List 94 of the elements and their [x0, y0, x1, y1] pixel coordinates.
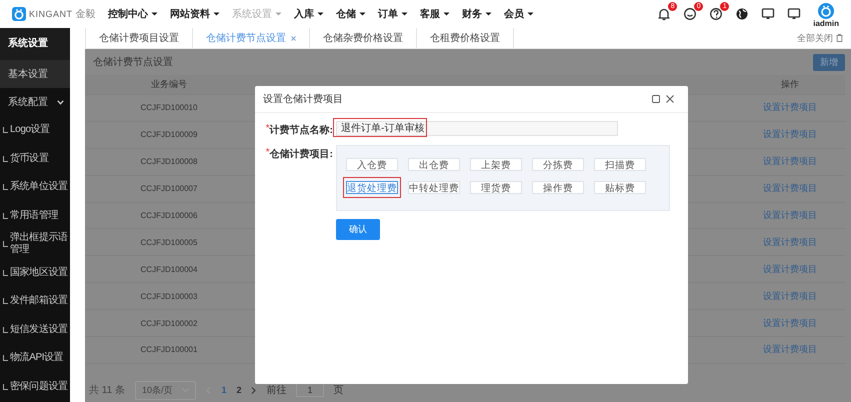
tag-option[interactable]: 入仓费	[346, 158, 398, 171]
logo-icon	[12, 7, 26, 21]
caret-icon	[317, 12, 324, 16]
tab[interactable]: 仓租费价格设置	[417, 28, 514, 48]
caret-icon	[527, 12, 534, 16]
sidebar-item[interactable]: 密保问题设置	[0, 372, 70, 401]
menu-item[interactable]: 财务	[462, 7, 492, 21]
branch-icon	[3, 184, 8, 190]
branch-icon	[3, 355, 8, 362]
sidebar-item[interactable]: 常用语管理	[0, 202, 70, 230]
logo-subtext: 金毅	[76, 8, 96, 21]
sidebar-item[interactable]: 国家地区设置	[0, 258, 70, 287]
confirm-button[interactable]: 确认	[336, 219, 380, 240]
page-suffix: 页	[334, 384, 344, 397]
tag-option[interactable]: 贴标费	[594, 181, 646, 194]
tag-option[interactable]: 出仓费	[408, 158, 460, 171]
sidebar-title: 系统设置	[0, 28, 70, 60]
tag-option[interactable]: 中转处理费	[408, 181, 460, 194]
maximize-icon[interactable]	[652, 95, 660, 103]
dialog-title: 设置仓储计费项目	[263, 92, 343, 106]
column-header: 业务编号	[150, 78, 188, 91]
tab[interactable]: 仓储计费项目设置	[85, 28, 193, 48]
sidebar-item[interactable]: 基本设置	[0, 60, 70, 88]
chevron-down-icon[interactable]	[57, 100, 64, 104]
table-cell-text: CCJFJD100006	[140, 211, 198, 220]
sidebar-item[interactable]: Logo设置	[0, 116, 70, 144]
caret-icon	[359, 12, 366, 16]
goto-label: 前往	[266, 384, 286, 397]
monitor-icon[interactable]	[761, 7, 776, 21]
monitor-icon[interactable]	[787, 7, 802, 21]
branch-icon	[3, 270, 8, 276]
table-cell-text: CCJFJD100001	[140, 345, 198, 354]
branch-icon	[3, 326, 8, 333]
page-button[interactable]: 2	[236, 385, 242, 395]
branch-icon	[3, 156, 8, 162]
text-input[interactable]: 退件订单-订单审核	[336, 121, 618, 136]
menu-item[interactable]: 客服	[420, 7, 450, 21]
table-cell-text: CCJFJD100005	[140, 238, 198, 247]
caret-icon	[443, 12, 450, 16]
close-icon[interactable]	[666, 95, 674, 103]
table-cell-text: CCJFJD100009	[140, 130, 198, 140]
menu-item[interactable]: 会员	[504, 7, 534, 21]
caret-icon	[275, 12, 282, 16]
menu-item[interactable]: 网站资料	[170, 7, 220, 21]
avatar-icon[interactable]	[818, 2, 834, 18]
branch-icon	[3, 298, 8, 304]
menu-item[interactable]: 控制中心	[108, 7, 158, 21]
sidebar-item[interactable]: 系统单位设置	[0, 173, 70, 202]
tag-option[interactable]: 扫描费	[594, 158, 646, 171]
tag-option[interactable]: 上架费	[470, 158, 522, 171]
table-cell-text: CCJFJD100007	[140, 184, 198, 194]
close-all-link[interactable]: 全部关闭	[797, 32, 833, 44]
sidebar-item[interactable]: 系统配置	[0, 88, 70, 116]
menu-item[interactable]: 订单	[378, 7, 408, 21]
table-cell-text: CCJFJD100004	[140, 264, 198, 274]
chat-icon[interactable]	[683, 7, 698, 21]
sidebar-item[interactable]: 物流API设置	[0, 344, 70, 372]
caret-icon	[213, 12, 220, 16]
branch-icon	[3, 127, 8, 134]
caret-icon	[485, 12, 492, 16]
tab[interactable]: 仓储杂费价格设置	[310, 28, 417, 48]
branch-icon	[3, 212, 8, 219]
sidebar-item[interactable]: 发件邮箱设置	[0, 287, 70, 316]
sidebar-item[interactable]: 短信发送设置	[0, 316, 70, 344]
caret-icon	[151, 12, 158, 16]
branch-icon	[3, 241, 8, 248]
bell-icon[interactable]	[657, 7, 672, 21]
tag-option[interactable]: 理货费	[470, 181, 522, 194]
next-icon[interactable]	[251, 386, 256, 394]
globe-icon[interactable]	[735, 7, 750, 21]
tag-option[interactable]: 退货处理费	[346, 181, 398, 194]
total-count: 共 11 条	[89, 384, 125, 397]
caret-icon	[401, 12, 408, 16]
help-icon[interactable]	[709, 7, 724, 21]
column-header: 操作	[780, 78, 800, 91]
tag-option[interactable]: 分拣费	[532, 158, 584, 171]
table-cell-text: CCJFJD100010	[140, 103, 198, 112]
logo-text: KINGANT	[29, 9, 73, 19]
table-cell-text: CCJFJD100003	[140, 292, 198, 301]
required-mark: *	[266, 123, 270, 134]
table-cell-text: CCJFJD100002	[140, 318, 198, 328]
required-mark: *	[266, 147, 270, 158]
menu-item[interactable]: 入库	[294, 7, 324, 21]
page-title: 仓储计费节点设置	[93, 56, 173, 69]
branch-icon	[3, 384, 8, 390]
menu-item[interactable]: 仓储	[336, 7, 366, 21]
table-cell-text: CCJFJD100008	[140, 157, 198, 166]
user-name: iadmin	[813, 18, 839, 28]
trash-icon[interactable]	[836, 34, 843, 42]
field-label: 计费节点名称:	[270, 124, 333, 137]
sidebar-item[interactable]: 货币设置	[0, 144, 70, 173]
field-label: 仓储计费项目:	[270, 148, 333, 161]
tag-option[interactable]: 操作费	[532, 181, 584, 194]
sidebar-item[interactable]: 弹出框提示语管理	[0, 230, 70, 258]
